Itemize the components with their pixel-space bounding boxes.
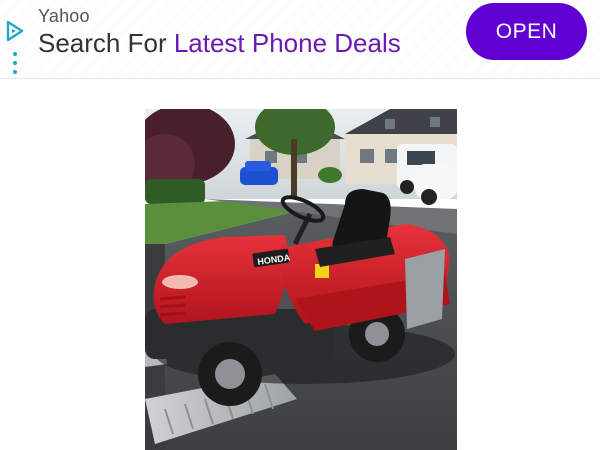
ad-menu-icon[interactable]	[12, 52, 18, 74]
listing-photo[interactable]: HONDA	[145, 109, 457, 450]
ad-headline-prefix: Search For	[38, 28, 174, 58]
open-button[interactable]: OPEN	[466, 3, 587, 60]
advertiser-name: Yahoo	[38, 6, 90, 26]
ride-on-mower-photo: HONDA	[145, 109, 457, 450]
ad-headline-highlight: Latest Phone Deals	[173, 28, 401, 58]
ad-banner[interactable]: Yahoo Search For Latest Phone Deals OPEN	[0, 0, 600, 79]
ad-headline[interactable]: Search For Latest Phone Deals	[38, 28, 401, 59]
adchoices-icon[interactable]	[5, 20, 25, 42]
